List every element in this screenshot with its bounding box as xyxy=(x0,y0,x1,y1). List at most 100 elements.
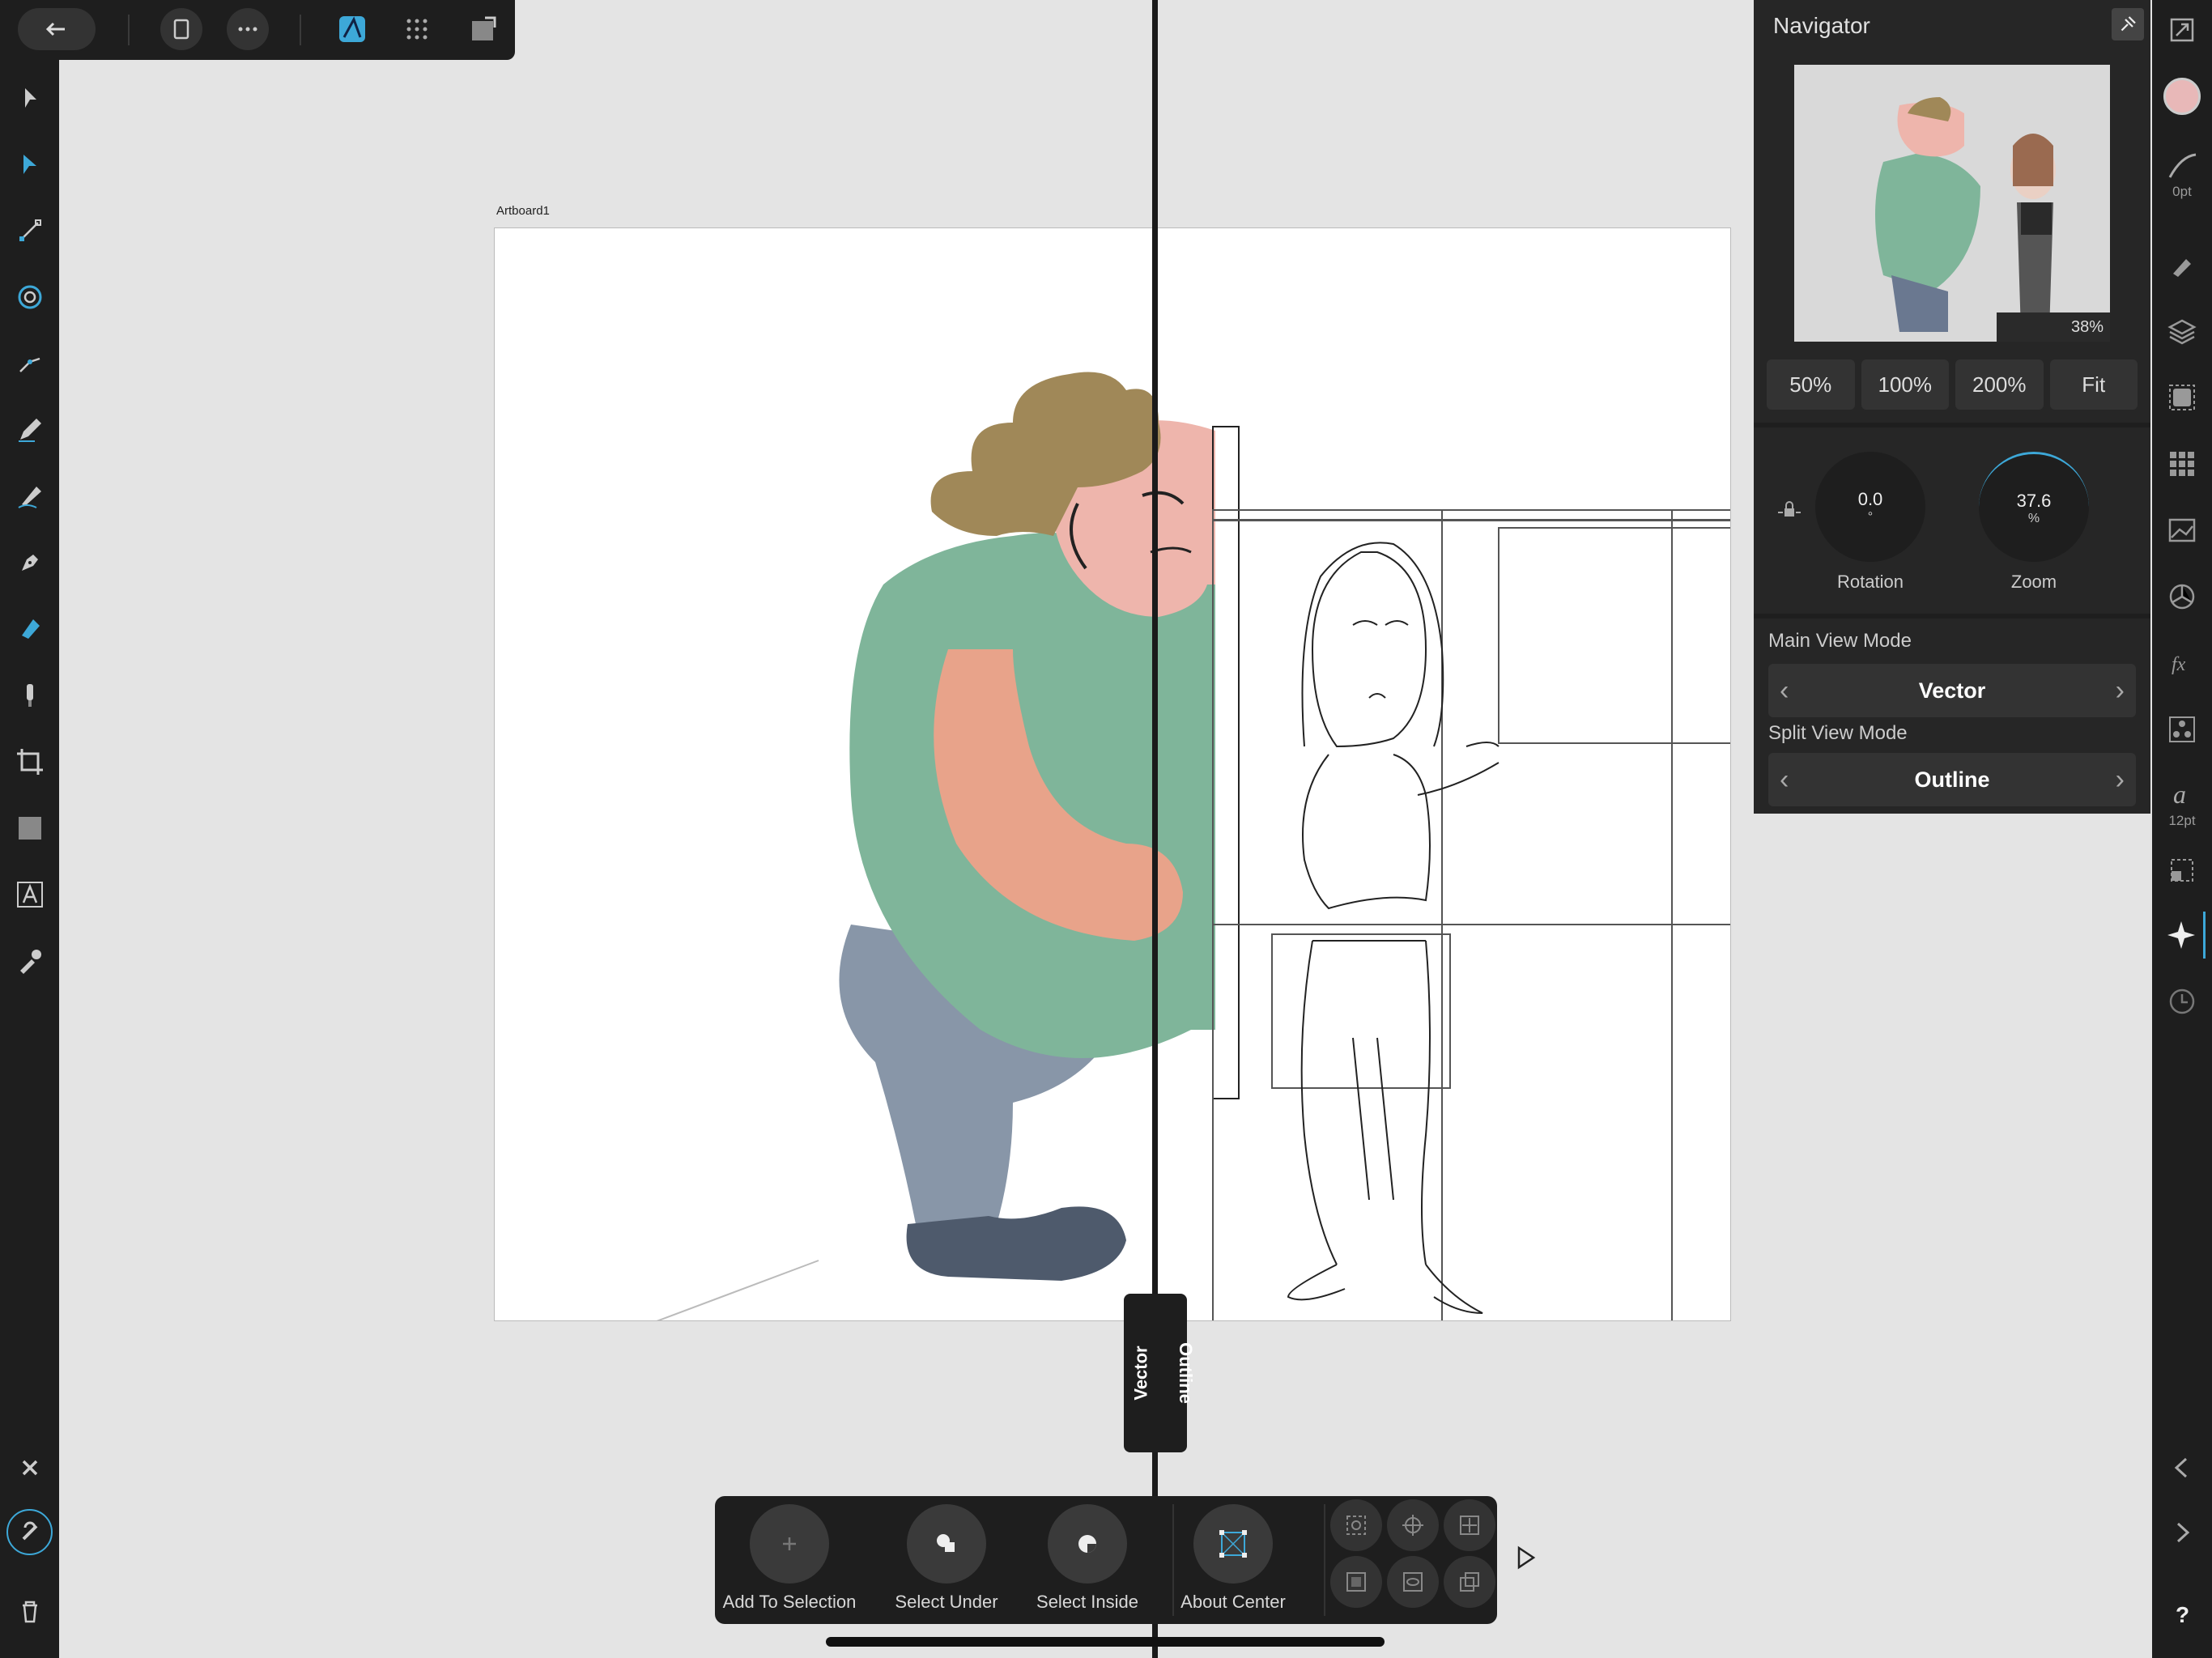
document-icon xyxy=(173,19,189,40)
help-button[interactable]: ? xyxy=(2159,1590,2206,1637)
snap-bounds-button[interactable] xyxy=(1444,1499,1495,1551)
brush-icon xyxy=(2173,259,2191,277)
main-view-prev-chevron-icon[interactable]: ‹ xyxy=(1780,675,1789,707)
fill-color-circle xyxy=(2163,78,2201,115)
zoom-200-button[interactable]: 200% xyxy=(1955,359,2044,410)
pencil-tool[interactable] xyxy=(6,406,53,453)
assets-studio[interactable] xyxy=(2159,507,2206,554)
export-persona-icon xyxy=(472,16,496,40)
fill-tool[interactable] xyxy=(6,606,53,652)
artistic-text-tool[interactable] xyxy=(6,871,53,917)
zoom-fit-button[interactable]: Fit xyxy=(2049,359,2138,410)
text-studio[interactable]: a 12pt xyxy=(2159,771,2206,835)
corner-tool[interactable] xyxy=(6,340,53,386)
stroke-width-button[interactable]: 0pt xyxy=(2159,138,2206,210)
zoom-dial[interactable]: 37.6 % xyxy=(1979,452,2089,562)
pin-icon xyxy=(2121,16,2136,32)
about-center-button[interactable]: About Center xyxy=(1160,1504,1306,1618)
layers-studio[interactable] xyxy=(2159,308,2206,355)
color-studio[interactable] xyxy=(2159,573,2206,620)
back-button[interactable] xyxy=(18,8,96,50)
document-button[interactable] xyxy=(160,8,202,50)
woman-outline xyxy=(1212,426,1730,1320)
plus-icon xyxy=(783,1537,796,1550)
canvas-area[interactable]: Artboard1 xyxy=(59,0,1754,1658)
snap-center-button[interactable] xyxy=(1387,1499,1439,1551)
styles-icon xyxy=(2169,716,2195,742)
snap-selection-icon xyxy=(1346,1516,1366,1535)
appearance-studio[interactable] xyxy=(2159,374,2206,421)
expand-context-toolbar-button[interactable] xyxy=(1509,1541,1542,1574)
select-under-button[interactable]: Select Under xyxy=(874,1504,1019,1618)
fullscreen-button[interactable] xyxy=(2159,6,2206,53)
brushes-studio[interactable] xyxy=(2159,241,2206,288)
rotation-lock-button[interactable] xyxy=(1776,497,1802,523)
pixel-persona-button[interactable] xyxy=(397,8,437,50)
duplicate-icon xyxy=(1460,1572,1479,1592)
more-button[interactable] xyxy=(227,8,269,50)
split-left-label: Vector xyxy=(1130,1346,1151,1401)
point-transform-icon xyxy=(19,219,41,241)
delete-button[interactable] xyxy=(6,1588,53,1635)
add-to-selection-button[interactable]: Add To Selection xyxy=(717,1504,862,1618)
about-center-icon xyxy=(1219,1530,1247,1558)
crosshair-icon xyxy=(1402,1515,1423,1536)
split-view-mode-selector[interactable]: ‹ Outline › xyxy=(1768,753,2136,806)
snap-to-selection-button[interactable] xyxy=(1330,1499,1382,1551)
split-view-next-chevron-icon[interactable]: › xyxy=(2116,764,2125,796)
effects-studio[interactable]: fx xyxy=(2159,640,2206,687)
history-clock-icon xyxy=(2169,988,2195,1014)
back-arrow-icon xyxy=(45,22,65,36)
color-picker-tool[interactable] xyxy=(6,937,53,984)
chevron-right-icon xyxy=(2176,1522,2190,1543)
artboard[interactable] xyxy=(494,227,1731,1321)
rotation-label: Rotation xyxy=(1837,572,1904,592)
transform-icon xyxy=(2171,859,2193,882)
crop-tool[interactable] xyxy=(6,738,53,784)
fill-icon xyxy=(21,619,40,639)
rectangle-tool[interactable] xyxy=(6,805,53,851)
select-inside-button[interactable]: Select Inside xyxy=(1015,1504,1160,1618)
assistant-button[interactable] xyxy=(6,1509,53,1555)
node-tool[interactable] xyxy=(6,141,53,187)
pen-tool[interactable] xyxy=(6,539,53,585)
preview-thumbnail xyxy=(1875,97,2056,332)
snap-frame-button[interactable] xyxy=(1330,1556,1382,1608)
home-indicator xyxy=(826,1637,1385,1647)
zoom-50-button[interactable]: 50% xyxy=(1767,359,1855,410)
transform-studio[interactable] xyxy=(2159,847,2206,894)
rotation-dial[interactable]: 0.0 ° xyxy=(1815,452,1925,562)
context-toolbar: Add To Selection Select Under Select Ins… xyxy=(715,1496,1497,1624)
split-view-prev-chevron-icon[interactable]: ‹ xyxy=(1780,764,1789,796)
point-transform-tool[interactable] xyxy=(6,207,53,253)
collapse-right-button[interactable] xyxy=(2159,1509,2206,1556)
navigator-preview[interactable]: 38% xyxy=(1794,65,2110,342)
transparency-tool[interactable] xyxy=(6,672,53,718)
fx-icon: fx xyxy=(2172,654,2186,675)
snap-visible-button[interactable] xyxy=(1387,1556,1439,1608)
zoom-100-button[interactable]: 100% xyxy=(1861,359,1949,410)
main-view-mode-label: Main View Mode xyxy=(1768,630,1912,652)
swatches-studio[interactable] xyxy=(2159,440,2206,487)
export-persona-button[interactable] xyxy=(463,8,504,50)
contour-tool[interactable] xyxy=(6,274,53,320)
select-under-icon xyxy=(937,1534,955,1552)
snap-duplicate-button[interactable] xyxy=(1444,1556,1495,1608)
navigator-studio[interactable] xyxy=(2159,912,2206,959)
move-tool[interactable] xyxy=(6,74,53,121)
collapse-left-button[interactable] xyxy=(2159,1444,2206,1491)
fill-swatch[interactable] xyxy=(2159,73,2206,120)
vector-brush-tool[interactable] xyxy=(6,473,53,519)
man-illustration xyxy=(839,372,1215,1281)
designer-persona-button[interactable] xyxy=(332,8,372,50)
history-studio[interactable] xyxy=(2159,978,2206,1025)
pin-button[interactable] xyxy=(2112,8,2144,40)
main-view-next-chevron-icon[interactable]: › xyxy=(2116,675,2125,707)
split-view-handle[interactable]: Vector Outline xyxy=(1124,1294,1196,1452)
pixel-grid-icon xyxy=(406,19,428,40)
styles-studio[interactable] xyxy=(2159,706,2206,753)
close-tool[interactable] xyxy=(6,1444,53,1490)
image-icon xyxy=(2168,518,2196,542)
main-view-mode-selector[interactable]: ‹ Vector › xyxy=(1768,664,2136,717)
zoom-label: Zoom xyxy=(2010,572,2057,592)
